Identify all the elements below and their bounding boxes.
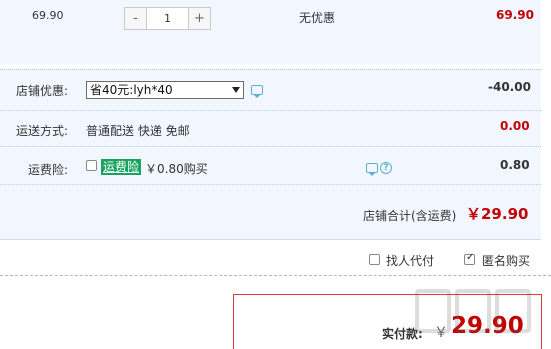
coupon-amount: -40.00: [488, 80, 531, 94]
chevron-down-icon: [232, 87, 240, 93]
anonymous-checkbox[interactable]: [464, 252, 475, 265]
coupon-selected-value: 省40元:lyh*40: [90, 83, 173, 97]
coupon-label: 店铺优惠:: [16, 84, 69, 98]
help-icon[interactable]: ?: [380, 162, 392, 174]
row-divider: [0, 184, 541, 185]
shipping-amount: 0.00: [500, 119, 530, 133]
proxy-pay-label[interactable]: 找人代付: [386, 252, 434, 269]
shipping-label: 运送方式:: [16, 124, 69, 138]
row-divider: [0, 146, 541, 147]
item-discount: 无优惠: [299, 11, 336, 25]
increase-quantity-button[interactable]: +: [188, 8, 210, 29]
quantity-input[interactable]: 1: [147, 8, 188, 29]
anonymous-label[interactable]: 匿名购买: [482, 252, 530, 269]
proxy-pay-checkbox[interactable]: [369, 254, 380, 265]
row-divider: [0, 110, 541, 111]
item-subtotal: 69.90: [496, 8, 534, 22]
watermark-glyph: [455, 289, 491, 333]
insurance-amount: 0.80: [500, 158, 530, 172]
insurance-price: ￥0.80购买: [145, 162, 208, 176]
store-total-label: 店铺合计(含运费): [363, 209, 457, 223]
insurance-checkbox[interactable]: [86, 160, 97, 171]
quantity-stepper[interactable]: - 1 +: [124, 7, 211, 30]
message-icon[interactable]: [251, 85, 263, 98]
watermark-logo: [400, 276, 546, 346]
insurance-tag[interactable]: 运费险: [101, 159, 142, 175]
insurance-label: 运费险:: [28, 163, 69, 177]
coupon-select[interactable]: 省40元:lyh*40: [86, 81, 244, 99]
store-total-amount: ￥29.90: [466, 205, 529, 223]
decrease-quantity-button[interactable]: -: [125, 8, 147, 29]
shipping-method: 普通配送 快递 免邮: [86, 124, 190, 138]
message-icon[interactable]: [366, 163, 378, 176]
order-info-panel: [0, 69, 541, 240]
unit-price: 69.90: [32, 9, 64, 22]
watermark-glyph: [415, 289, 451, 333]
watermark-glyph: [495, 289, 531, 333]
cart-item-row: [0, 0, 541, 64]
